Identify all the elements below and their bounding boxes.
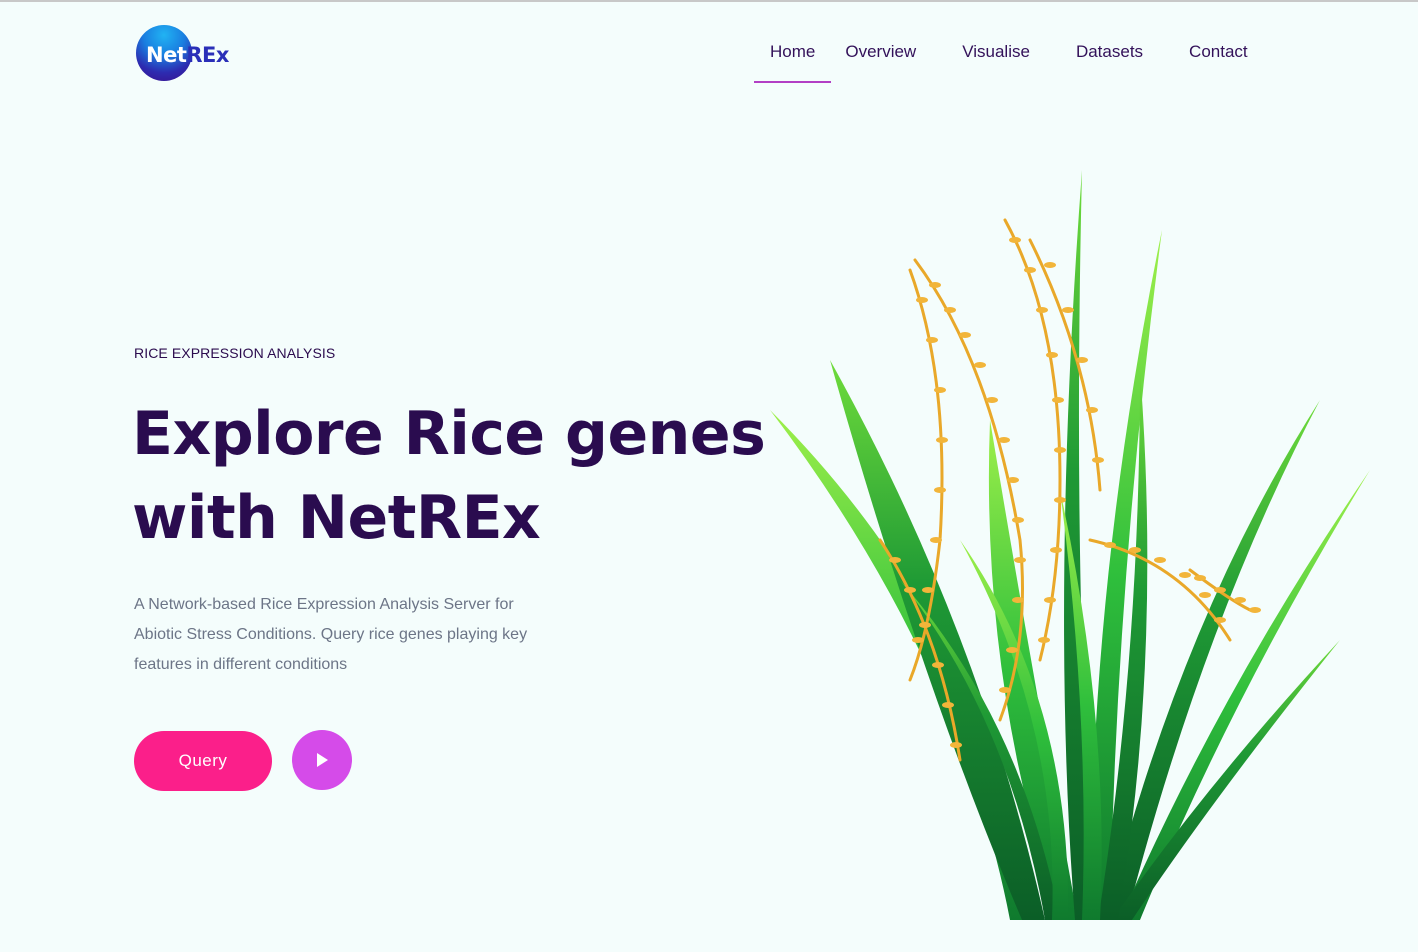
play-video-button[interactable] [292, 730, 352, 790]
nav-home[interactable]: Home [754, 42, 832, 83]
query-button[interactable]: Query [134, 731, 272, 791]
top-border [0, 0, 1418, 2]
rice-plant-illustration [770, 170, 1370, 920]
nav-contact[interactable]: Contact [1189, 42, 1248, 82]
hero-headline: Explore Rice genes with NetREx [132, 392, 772, 560]
netrex-logo[interactable]: NetREx [134, 22, 244, 84]
headline-line-1: Explore Rice genes [132, 399, 766, 469]
hero-eyebrow: RICE EXPRESSION ANALYSIS [134, 345, 336, 361]
hero-description: A Network-based Rice Expression Analysis… [134, 596, 528, 673]
headline-line-2: with NetREx [132, 483, 541, 553]
leaves [770, 170, 1370, 920]
nav-visualise[interactable]: Visualise [962, 42, 1030, 82]
nav-datasets[interactable]: Datasets [1076, 42, 1143, 82]
main-nav: Home Overview Visualise Datasets Contact [754, 42, 1248, 86]
logo-text: NetREx [146, 43, 229, 67]
nav-overview[interactable]: Overview [845, 42, 916, 82]
play-icon [317, 753, 328, 767]
